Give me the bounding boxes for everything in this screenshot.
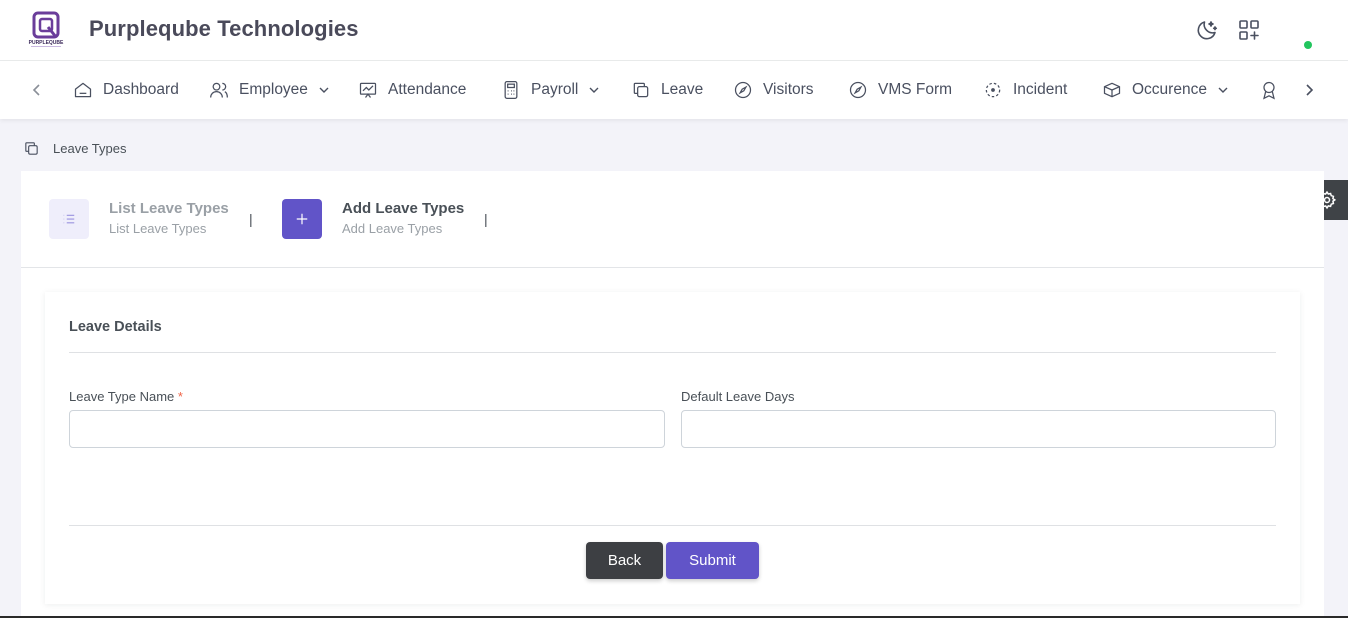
default-leave-days-label: Default Leave Days bbox=[681, 389, 795, 404]
add-leave-types-step-subtitle: Add Leave Types bbox=[342, 221, 443, 236]
nav-label: Incident bbox=[1013, 81, 1068, 98]
add-leave-types-step-icon[interactable] bbox=[282, 199, 322, 239]
required-mark: * bbox=[177, 389, 183, 404]
step-separator: | bbox=[484, 211, 488, 227]
top-header: PURPLEQUBE Purpleqube Technologies bbox=[0, 0, 1348, 61]
copy-icon bbox=[25, 142, 38, 155]
users-icon bbox=[210, 82, 228, 98]
step-tabs: List Leave Types List Leave Types | Add … bbox=[21, 171, 1324, 268]
svg-text:PURPLEQUBE: PURPLEQUBE bbox=[29, 40, 64, 46]
nav-label: Occurence bbox=[1132, 81, 1207, 98]
add-leave-types-step-title[interactable]: Add Leave Types bbox=[342, 200, 464, 217]
presentation-icon bbox=[359, 82, 377, 98]
nav-label: Dashboard bbox=[103, 81, 179, 98]
leave-type-name-input[interactable] bbox=[69, 410, 665, 448]
nav-label: Payroll bbox=[531, 81, 579, 98]
online-status-dot bbox=[1304, 41, 1312, 49]
list-leave-types-step-subtitle: List Leave Types bbox=[109, 221, 207, 236]
form-title: Leave Details bbox=[69, 319, 162, 335]
chevron-down-icon bbox=[319, 87, 329, 93]
copy-icon bbox=[633, 82, 649, 98]
compass-icon bbox=[734, 81, 752, 99]
nav-label: VMS Form bbox=[878, 81, 953, 98]
form-footer-divider bbox=[69, 525, 1276, 526]
nav-item-vms-form[interactable]: VMS Form bbox=[848, 61, 952, 119]
back-button[interactable]: Back bbox=[586, 542, 663, 579]
nav-item-employee[interactable]: Employee bbox=[209, 61, 330, 119]
list-leave-types-step-icon[interactable] bbox=[49, 199, 89, 239]
breadcrumb-label: Leave Types bbox=[53, 141, 127, 156]
leave-types-card: List Leave Types List Leave Types | Add … bbox=[21, 171, 1324, 618]
boxes-icon bbox=[1103, 82, 1121, 98]
calculator-icon bbox=[504, 81, 518, 99]
list-icon bbox=[63, 214, 75, 224]
chevron-down-icon bbox=[589, 87, 599, 93]
submit-button[interactable]: Submit bbox=[666, 542, 759, 579]
chevron-down-icon bbox=[1218, 87, 1228, 93]
nav-label: Employee bbox=[239, 81, 308, 98]
award-icon bbox=[1263, 81, 1275, 100]
nav-item-occurence[interactable]: Occurence bbox=[1102, 61, 1229, 119]
leave-details-form: Leave Details Leave Type Name * Default … bbox=[45, 292, 1300, 604]
nav-label: Leave bbox=[661, 81, 704, 98]
nav-item-award[interactable] bbox=[1259, 61, 1289, 119]
form-divider bbox=[69, 352, 1276, 353]
compass-icon bbox=[849, 81, 867, 99]
leave-type-name-label: Leave Type Name * bbox=[69, 389, 183, 404]
step-separator: | bbox=[249, 211, 253, 227]
default-leave-days-input[interactable] bbox=[681, 410, 1276, 448]
company-name: Purpleqube Technologies bbox=[89, 16, 359, 41]
nav-scroll-left-icon[interactable] bbox=[29, 82, 45, 98]
nav-item-leave[interactable]: Leave bbox=[631, 61, 703, 119]
nav-label: Visitors bbox=[763, 81, 814, 98]
breadcrumb: Leave Types bbox=[23, 140, 126, 157]
list-leave-types-step-title[interactable]: List Leave Types bbox=[109, 200, 229, 217]
nav-label: Attendance bbox=[388, 81, 467, 98]
nav-item-dashboard[interactable]: Dashboard bbox=[73, 61, 179, 119]
company-logo[interactable]: PURPLEQUBE bbox=[27, 11, 65, 49]
nav-item-visitors[interactable]: Visitors bbox=[733, 61, 814, 119]
apps-grid-icon[interactable] bbox=[1237, 18, 1261, 42]
target-icon bbox=[985, 82, 1001, 98]
nav-item-attendance[interactable]: Attendance bbox=[358, 61, 466, 119]
dark-mode-moon-icon[interactable] bbox=[1195, 18, 1219, 42]
home-icon bbox=[74, 82, 92, 98]
nav-item-incident[interactable]: Incident bbox=[983, 61, 1067, 119]
nav-item-payroll[interactable]: Payroll bbox=[501, 61, 600, 119]
main-navigation: Dashboard Employee Attendance Payroll Le… bbox=[0, 61, 1348, 119]
nav-scroll-right-icon[interactable] bbox=[1301, 82, 1317, 98]
plus-icon bbox=[296, 213, 308, 225]
